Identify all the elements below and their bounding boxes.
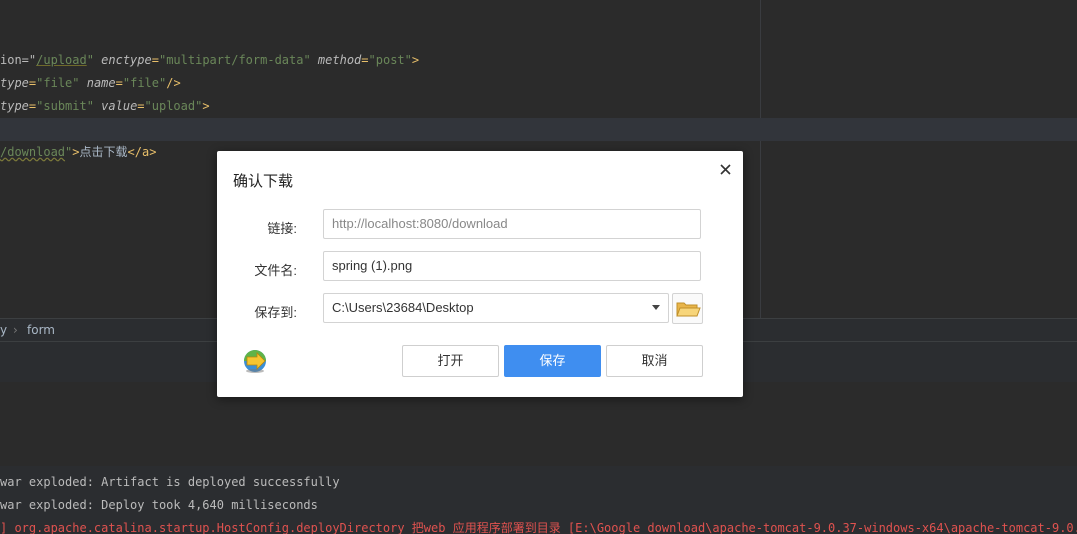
code-token: /> xyxy=(166,76,181,90)
code-token: 点击下载 xyxy=(79,145,128,159)
code-token: "file" xyxy=(122,76,167,90)
open-button[interactable]: 打开 xyxy=(402,345,499,377)
code-token: /upload xyxy=(36,53,87,67)
code-token: " xyxy=(86,53,102,67)
code-token: ion=" xyxy=(0,53,37,67)
code-token: name xyxy=(86,76,116,90)
code-token: value xyxy=(101,99,138,113)
code-token: = xyxy=(115,76,123,90)
saveto-label: 保存到: xyxy=(254,305,297,320)
code-line-download-link[interactable]: /download">点击下载</a> xyxy=(0,141,156,164)
code-line-current[interactable] xyxy=(0,118,1077,141)
save-button[interactable]: 保存 xyxy=(504,345,601,377)
code-token: type xyxy=(0,99,29,113)
console-line: ] org.apache.catalina.startup.HostConfig… xyxy=(0,521,1077,534)
code-line-file-input[interactable]: type="file" name="file"/> xyxy=(0,72,181,95)
saveto-value: C:\Users\23684\Desktop xyxy=(332,300,474,315)
code-token: "post" xyxy=(368,53,412,67)
code-token: </ xyxy=(127,145,142,159)
link-label: 链接: xyxy=(267,221,297,236)
breadcrumb-item[interactable]: y xyxy=(0,319,7,341)
code-line-form[interactable]: ion="/upload" enctype="multipart/form-da… xyxy=(0,49,419,72)
code-token: "file" xyxy=(36,76,80,90)
code-token: > xyxy=(411,53,420,67)
console-line: war exploded: Artifact is deployed succe… xyxy=(0,475,340,489)
code-token: type xyxy=(0,76,29,90)
browse-folder-button[interactable] xyxy=(672,293,703,324)
code-token: > xyxy=(202,99,210,113)
close-icon xyxy=(719,163,731,175)
download-confirm-dialog: 确认下载 链接: http://localhost:8080/download … xyxy=(217,151,743,397)
code-line-submit-input[interactable]: type="submit" value="upload"> xyxy=(0,95,210,118)
breadcrumb-item[interactable]: form xyxy=(27,319,55,341)
dropdown-arrow-icon xyxy=(652,305,660,310)
code-token: "submit" xyxy=(36,99,94,113)
cancel-button[interactable]: 取消 xyxy=(606,345,703,377)
code-token: /download xyxy=(0,145,66,159)
code-token: = xyxy=(361,53,369,67)
code-token: enctype xyxy=(101,53,152,67)
right-margin-guide xyxy=(760,0,761,318)
code-token: = xyxy=(137,99,145,113)
filename-field[interactable]: spring (1).png xyxy=(323,251,701,281)
idm-logo-icon xyxy=(244,350,266,373)
code-token: = xyxy=(151,53,159,67)
close-button[interactable] xyxy=(715,159,735,179)
code-token: > xyxy=(72,145,80,159)
console-line: war exploded: Deploy took 4,640 millisec… xyxy=(0,498,318,512)
dialog-title: 确认下载 xyxy=(233,173,294,190)
code-token: > xyxy=(149,145,157,159)
link-field[interactable]: http://localhost:8080/download xyxy=(323,209,701,239)
breadcrumb-separator: › xyxy=(13,323,18,337)
code-token: method xyxy=(317,53,362,67)
code-token: "upload" xyxy=(144,99,203,113)
filename-label: 文件名: xyxy=(254,263,297,278)
saveto-select[interactable]: C:\Users\23684\Desktop xyxy=(323,293,669,323)
folder-icon xyxy=(676,302,701,317)
code-token: "multipart/form-data" xyxy=(158,53,311,67)
